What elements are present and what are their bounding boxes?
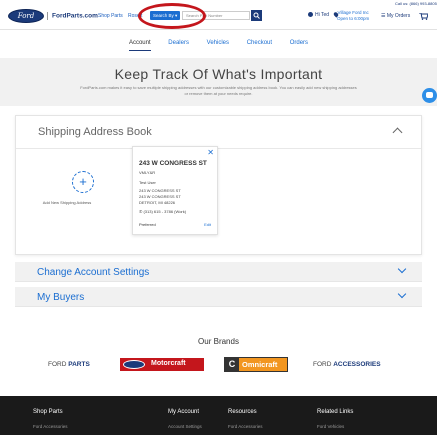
ford-parts-logo[interactable]: FORD PARTS	[48, 361, 90, 368]
ford-accessories-logo[interactable]: FORD ACCESSORIES	[313, 361, 381, 368]
address-street1: 243 W CONGRESS ST	[139, 188, 181, 193]
add-address-label[interactable]: Add New Shipping Address	[24, 200, 110, 205]
address-street2: 243 W CONGRESS ST	[139, 194, 181, 199]
page-title: Keep Track Of What's Important	[114, 66, 323, 82]
tab-orders[interactable]: Orders	[290, 40, 308, 50]
footer-heading: Related Links	[317, 409, 354, 415]
preferred-label: Preferred	[139, 222, 156, 227]
chevron-down-icon	[397, 289, 407, 299]
omnicraft-logo[interactable]: C Omnicraft	[224, 357, 288, 372]
edit-address-link[interactable]: Edit	[204, 222, 211, 227]
footer-heading: Resources	[228, 409, 257, 415]
chevron-down-icon	[397, 264, 407, 274]
site-name[interactable]: FordParts.com	[47, 12, 98, 20]
section-label: Change Account Settings	[37, 267, 150, 278]
section-label: My Buyers	[37, 292, 85, 303]
user-icon	[308, 12, 313, 18]
account-tabs: Account Dealers Vehicles Checkout Orders	[0, 40, 437, 52]
add-address-button[interactable]: +	[72, 171, 94, 193]
section-title: Shipping Address Book	[38, 126, 152, 138]
address-company: VMLY&R	[139, 170, 156, 175]
site-footer: Shop Parts My Account Resources Related …	[0, 396, 437, 435]
plus-icon: +	[79, 174, 87, 189]
search-icon	[253, 12, 260, 19]
footer-link[interactable]: Account Settings	[168, 424, 202, 429]
tab-dealers[interactable]: Dealers	[168, 40, 189, 50]
signin-link[interactable]: Hi Ted	[308, 12, 329, 18]
brands-title: Our Brands	[198, 337, 239, 346]
footer-link[interactable]: Ford Accessories	[33, 424, 68, 429]
tab-checkout[interactable]: Checkout	[247, 40, 272, 50]
address-contact: Test User	[139, 180, 156, 185]
change-account-settings-row[interactable]: Change Account Settings	[15, 262, 422, 282]
motorcraft-logo[interactable]: Motorcraft	[120, 358, 204, 371]
tab-account[interactable]: Account	[128, 40, 151, 51]
logo-text: Ford	[17, 12, 35, 20]
site-header: Ford FordParts.com Shop Parts Rosett Sea…	[0, 0, 437, 30]
cart-icon[interactable]	[419, 13, 428, 20]
call-us-text: Call us: (866) 993-8805	[395, 1, 437, 6]
tab-vehicles[interactable]: Vehicles	[207, 40, 229, 50]
page-subtitle: FordParts.com makes it easy to save mult…	[80, 85, 357, 96]
my-orders-link[interactable]: ☰ My Orders	[381, 13, 410, 19]
divider	[16, 148, 421, 149]
dealer-info[interactable]: Village Ford Inc Open to 6:00pm	[337, 10, 369, 21]
my-buyers-row[interactable]: My Buyers	[15, 287, 422, 307]
address-city: DETROIT, MI 48226	[139, 200, 176, 205]
close-icon[interactable]: ✕	[207, 148, 214, 157]
chat-icon[interactable]	[422, 88, 437, 103]
footer-heading: Shop Parts	[33, 409, 63, 415]
address-name: 243 W CONGRESS ST	[139, 160, 207, 167]
search-button[interactable]	[251, 10, 262, 21]
address-card: ✕ 243 W CONGRESS ST VMLY&R Test User 243…	[132, 146, 218, 235]
ford-logo[interactable]: Ford	[8, 9, 44, 23]
footer-heading: My Account	[168, 409, 200, 415]
annotation-circle	[138, 3, 206, 29]
hero-banner: Keep Track Of What's Important FordParts…	[0, 58, 437, 106]
address-phone: ✆ (313) 615 - 3786 (Work)	[139, 209, 187, 214]
footer-link[interactable]: Ford Accessories	[228, 424, 263, 429]
nav-shop-parts[interactable]: Shop Parts	[98, 13, 123, 19]
chevron-up-icon[interactable]	[392, 127, 403, 138]
shipping-address-book: Shipping Address Book + Add New Shipping…	[15, 115, 422, 255]
footer-link[interactable]: Ford Vehicles	[317, 424, 344, 429]
